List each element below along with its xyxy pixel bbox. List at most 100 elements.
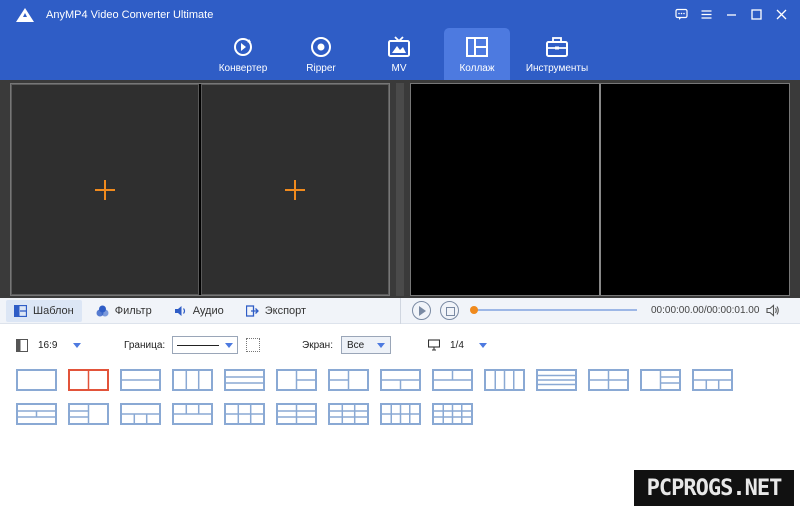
page-value: 1/4: [450, 339, 464, 351]
app-title: AnyMP4 Video Converter Ultimate: [46, 9, 214, 21]
site-watermark: PCPROGS.NET: [634, 470, 794, 506]
tab-mv-label: MV: [391, 63, 407, 74]
template-three-horizontal[interactable]: [224, 369, 265, 391]
tab-export-label: Экспорт: [264, 305, 307, 317]
template-left-split-right[interactable]: [328, 369, 369, 391]
collage-preview-pane: [410, 83, 790, 296]
template-grid-2x3[interactable]: [276, 403, 317, 425]
play-button[interactable]: [412, 301, 431, 320]
tab-ripper-label: Ripper: [306, 63, 336, 74]
collage-icon: [466, 37, 488, 57]
tab-converter-label: Конвертер: [218, 63, 268, 74]
app-logo: [16, 8, 34, 22]
converter-icon: [234, 38, 252, 56]
template-one-top-three[interactable]: [120, 403, 161, 425]
collage-cell-1[interactable]: [11, 84, 199, 295]
template-two-vertical[interactable]: [68, 369, 109, 391]
template-two-horizontal[interactable]: [120, 369, 161, 391]
border-label: Граница:: [124, 339, 166, 351]
collage-settings: 16:9 Граница: Экран: Все 1/4: [0, 332, 800, 358]
volume-icon[interactable]: [766, 304, 780, 317]
audio-icon: [174, 306, 185, 316]
aspect-ratio-icon: [16, 338, 28, 352]
feedback-icon[interactable]: [671, 4, 692, 24]
aspect-ratio-select[interactable]: 16:9: [16, 332, 82, 358]
template-row-1: [16, 369, 733, 391]
tab-collage-label: Коллаж: [459, 63, 495, 74]
close-icon[interactable]: [771, 4, 792, 24]
template-split-top-bottom[interactable]: [432, 369, 473, 391]
tab-mv[interactable]: MV: [366, 28, 432, 80]
tab-export[interactable]: Экспорт: [238, 300, 314, 322]
tab-collage[interactable]: Коллаж: [444, 28, 510, 80]
preview-cell-1: [411, 84, 599, 295]
template-left-right-split[interactable]: [276, 369, 317, 391]
collage-edit-pane: [10, 83, 390, 296]
tab-ripper[interactable]: Ripper: [288, 28, 354, 80]
border-style-select[interactable]: [172, 336, 239, 354]
screen-select[interactable]: Все: [341, 336, 391, 354]
template-row-2: [16, 403, 473, 425]
chevron-down-icon: [478, 342, 487, 348]
page-select[interactable]: 1/4: [428, 332, 487, 358]
menu-icon[interactable]: [696, 4, 717, 24]
aspect-ratio-value: 16:9: [38, 339, 58, 351]
window-controls: [671, 4, 792, 24]
filter-icon: [96, 305, 109, 317]
add-media-icon[interactable]: [285, 179, 305, 200]
collage-cell-2[interactable]: [201, 84, 389, 295]
template-four-horizontal[interactable]: [536, 369, 577, 391]
template-grid-3x2[interactable]: [224, 403, 265, 425]
toolbox-icon: [546, 37, 568, 57]
chevron-down-icon: [377, 342, 385, 348]
preview-cell-2: [601, 84, 789, 295]
option-separator: [400, 298, 401, 324]
template-grid-4x2[interactable]: [380, 403, 421, 425]
tab-audio-label: Аудио: [192, 305, 224, 317]
mv-icon: [388, 36, 410, 57]
template-three-left-one[interactable]: [16, 403, 57, 425]
template-three-top-one[interactable]: [172, 403, 213, 425]
template-grid-3x3[interactable]: [328, 403, 369, 425]
pane-divider[interactable]: [396, 83, 404, 296]
add-media-icon[interactable]: [95, 179, 115, 200]
chevron-down-icon: [73, 342, 82, 348]
screen-label: Экран:: [302, 339, 333, 351]
tab-template-label: Шаблон: [33, 305, 74, 317]
template-top-bottom-three[interactable]: [692, 369, 733, 391]
screen-control: Экран: Все: [302, 332, 391, 358]
minimize-icon[interactable]: [721, 4, 742, 24]
template-left-right-three[interactable]: [640, 369, 681, 391]
option-tabs: Шаблон Фильтр Аудио Экспорт: [6, 300, 320, 322]
tab-audio[interactable]: Аудио: [166, 300, 232, 322]
preview-player: 00:00:00.00/00:00:01.00: [410, 298, 790, 324]
template-three-vertical[interactable]: [172, 369, 213, 391]
border-line-preview: [177, 344, 220, 346]
maximize-icon[interactable]: [746, 4, 767, 24]
template-four-vertical[interactable]: [484, 369, 525, 391]
progress-knob[interactable]: [470, 306, 478, 314]
monitor-icon: [428, 339, 440, 351]
template-grid-2x2[interactable]: [588, 369, 629, 391]
tab-toolbox[interactable]: Инструменты: [522, 28, 592, 80]
tab-converter[interactable]: Конвертер: [210, 28, 276, 80]
tab-toolbox-label: Инструменты: [525, 63, 589, 74]
template-single[interactable]: [16, 369, 57, 391]
watermark-text: PCPROGS.NET: [646, 475, 783, 501]
title-bar: AnyMP4 Video Converter Ultimate Конверте…: [0, 0, 800, 80]
time-readout: 00:00:00.00/00:00:01.00: [651, 305, 760, 316]
tab-filter[interactable]: Фильтр: [88, 300, 160, 322]
ripper-icon: [311, 37, 331, 57]
template-top-bottom-split[interactable]: [380, 369, 421, 391]
export-icon: [245, 305, 259, 317]
template-icon: [14, 305, 27, 317]
template-grid-4x3[interactable]: [432, 403, 473, 425]
border-control: Граница:: [124, 332, 261, 358]
tab-template[interactable]: Шаблон: [6, 300, 82, 322]
template-one-left-three[interactable]: [68, 403, 109, 425]
progress-track[interactable]: [474, 309, 637, 311]
tab-filter-label: Фильтр: [114, 305, 152, 317]
screen-value: Все: [347, 339, 365, 351]
border-color-picker[interactable]: [246, 338, 261, 352]
stop-button[interactable]: [440, 301, 459, 320]
